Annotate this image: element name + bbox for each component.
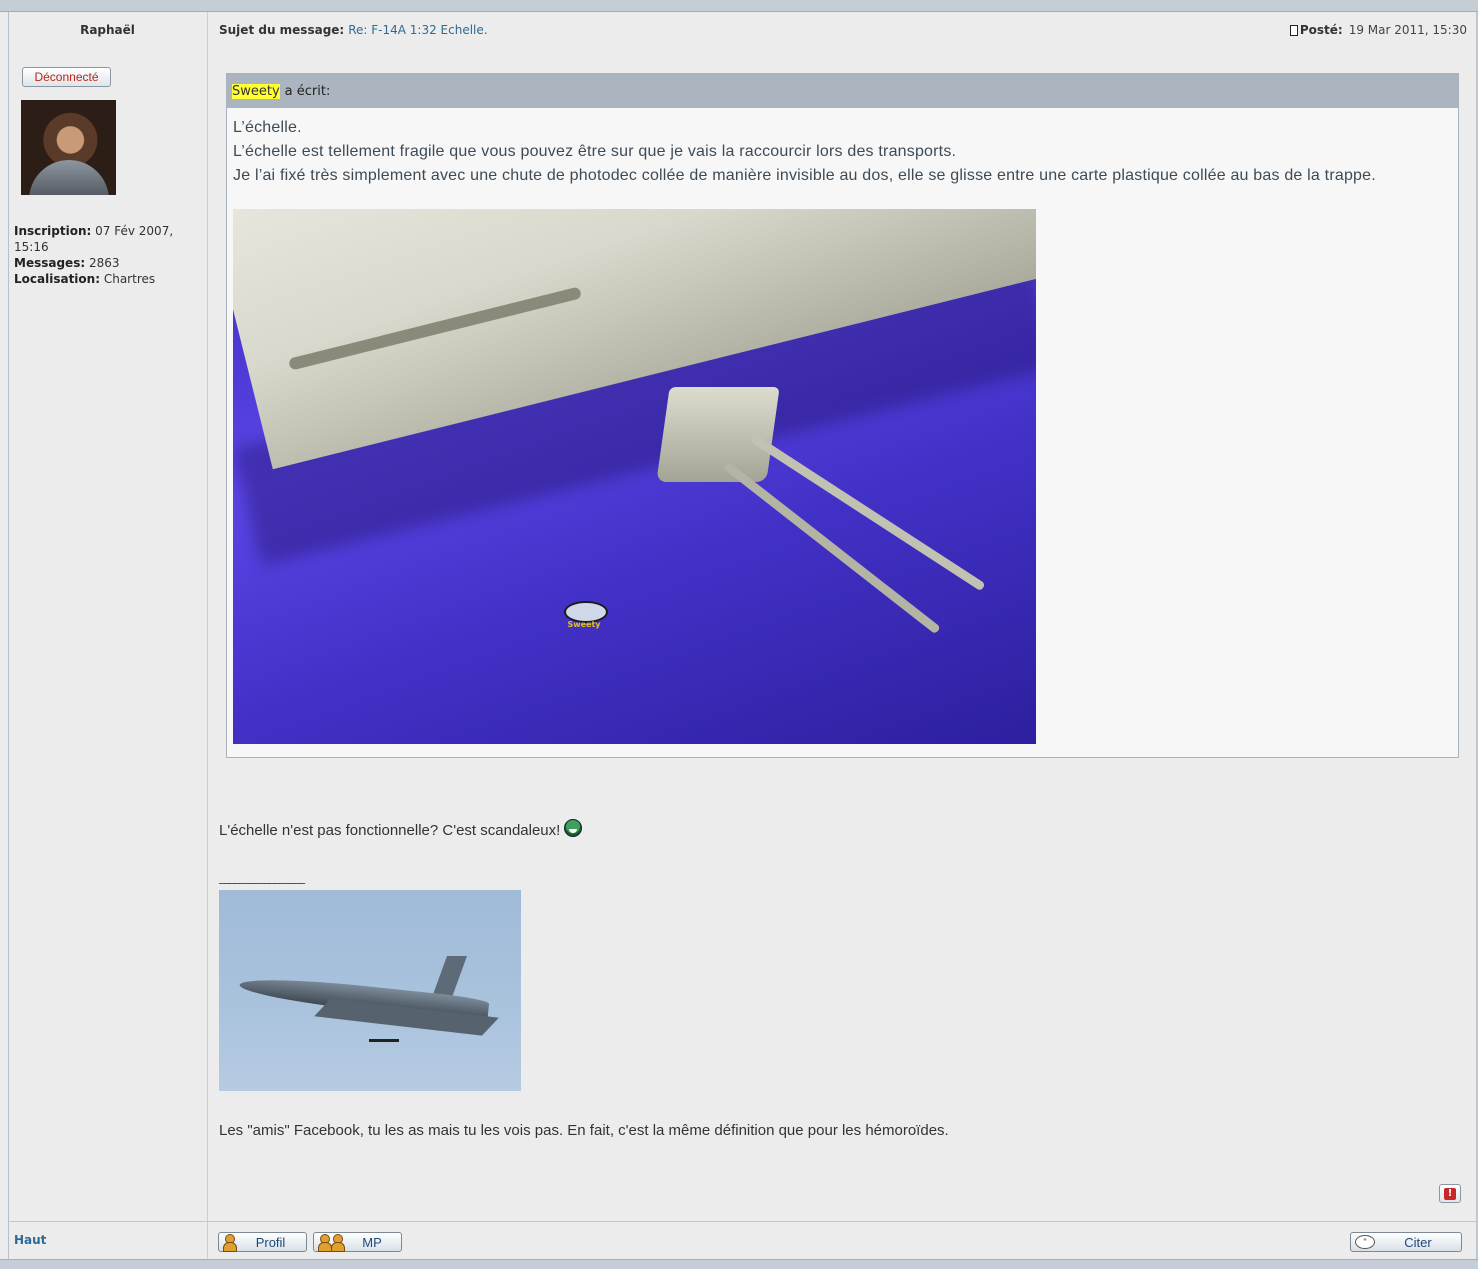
back-to-top-link[interactable]: Haut <box>14 1233 46 1247</box>
jet-gear <box>369 1030 399 1042</box>
author-name: Raphaël <box>80 23 135 37</box>
location-value: Chartres <box>103 272 156 286</box>
author-meta: Inscription: 07 Fév 2007, 15:16 Messages… <box>14 223 199 287</box>
profile-button-label: Profil <box>255 1234 286 1250</box>
location-label: Localisation: <box>14 272 101 286</box>
signature-divider: _________________ <box>219 870 305 884</box>
row-divider <box>8 1221 1478 1222</box>
quote-button[interactable]: " Citer <box>1350 1232 1462 1252</box>
user-icon <box>223 1234 237 1252</box>
top-strip <box>0 0 1478 12</box>
report-button[interactable]: ! <box>1439 1184 1461 1203</box>
posted-info: Posté: 19 Mar 2011, 15:30 <box>1289 23 1467 37</box>
registered-label: Inscription: <box>14 224 92 238</box>
post-icon[interactable] <box>1289 24 1298 36</box>
bottom-strip <box>0 1259 1478 1269</box>
reply-text: L'échelle n'est pas fonctionnelle? C'est… <box>219 819 583 839</box>
messages-row: Messages: 2863 <box>14 255 199 271</box>
report-icon: ! <box>1444 1187 1456 1200</box>
quote-line: L’échelle. <box>233 119 302 136</box>
quote-wrote-label: a écrit: <box>284 83 331 99</box>
quote-line: L’échelle est tellement fragile que vous… <box>233 143 957 160</box>
subject-label: Sujet du message: <box>219 23 345 37</box>
posted-date: 19 Mar 2011, 15:30 <box>1348 23 1467 37</box>
online-status-badge: Déconnecté <box>22 67 111 87</box>
messages-label: Messages: <box>14 256 86 270</box>
quote-button-label: Citer <box>1404 1234 1432 1250</box>
quote-block: Sweety a écrit: L’échelle. L’échelle est… <box>226 73 1459 758</box>
profile-button[interactable]: Profil <box>218 1232 307 1252</box>
subject-link[interactable]: Re: F-14A 1:32 Echelle. <box>348 23 487 37</box>
signature-quote: Les "amis" Facebook, tu les as mais tu l… <box>219 1122 949 1139</box>
posted-label: Posté: <box>1299 23 1343 37</box>
user-icon <box>331 1234 345 1252</box>
pm-button[interactable]: MP <box>313 1232 402 1252</box>
signature-jet-photo <box>219 890 521 1091</box>
speech-bubble-icon: " <box>1355 1235 1375 1249</box>
online-status-label: Déconnecté <box>34 70 99 84</box>
reply-body: L'échelle n'est pas fonctionnelle? C'est… <box>219 822 561 839</box>
location-row: Localisation: Chartres <box>14 271 199 287</box>
photo-ladder-door <box>656 387 780 482</box>
user-icon <box>318 1234 332 1252</box>
registered-row: Inscription: 07 Fév 2007, 15:16 <box>14 223 199 255</box>
post-header: Sujet du message: Re: F-14A 1:32 Echelle.… <box>219 23 1469 39</box>
photo-watermark-text: Sweety <box>567 620 601 629</box>
quoted-model-photo: Sweety <box>233 209 1036 744</box>
avatar <box>21 100 116 195</box>
quote-body: L’échelle. L’échelle est tellement fragi… <box>227 108 1458 188</box>
quote-header: Sweety a écrit: <box>227 74 1458 108</box>
pm-button-label: MP <box>362 1234 382 1250</box>
quote-line: Je l’ai fixé très simplement avec une ch… <box>233 167 1376 184</box>
quoted-user: Sweety <box>232 83 280 99</box>
photo-watermark: Sweety <box>558 599 610 631</box>
messages-value: 2863 <box>88 256 120 270</box>
grin-smiley-icon <box>564 819 583 837</box>
column-divider <box>207 12 208 1259</box>
